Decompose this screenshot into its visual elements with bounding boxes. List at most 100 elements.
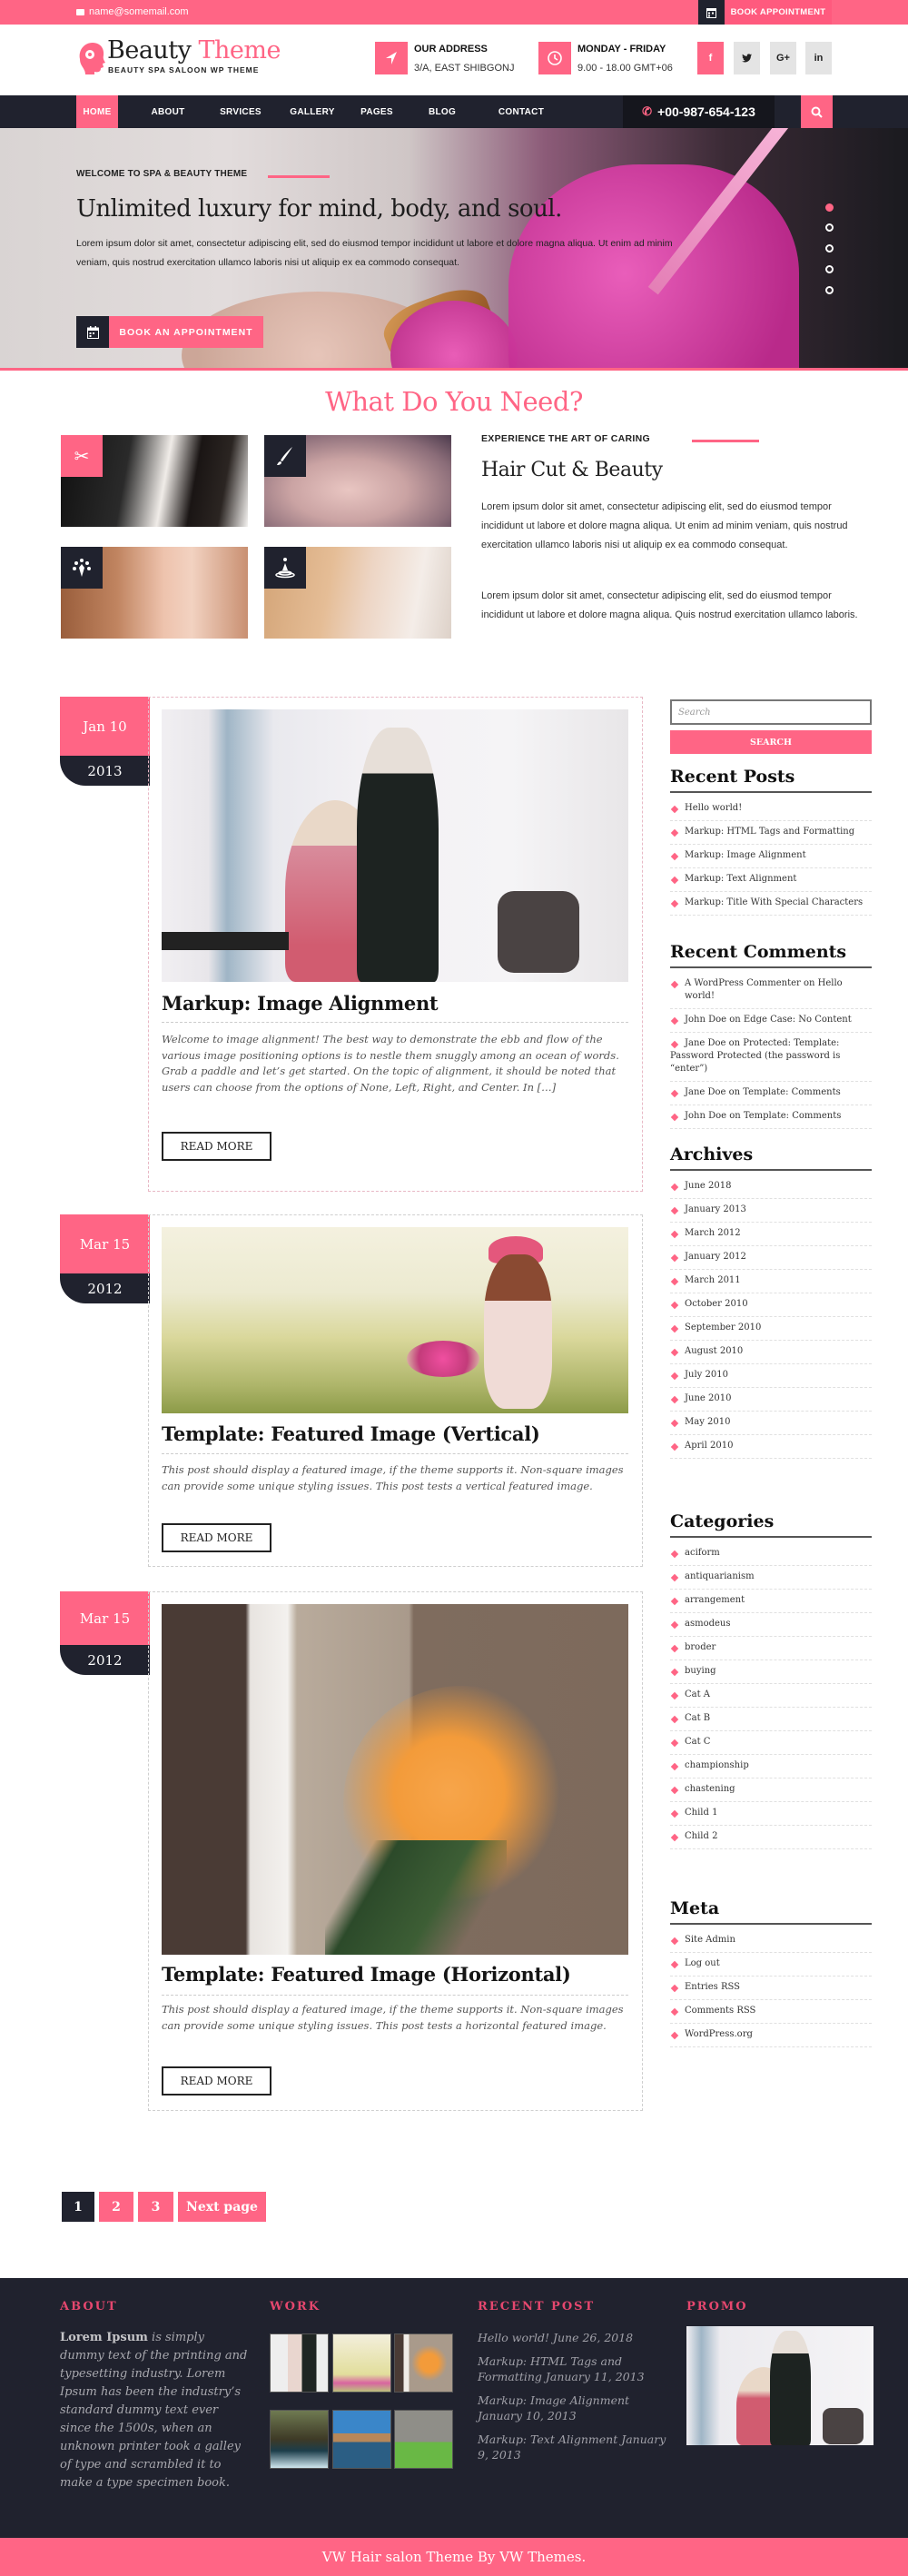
service-tile-massage[interactable]	[264, 547, 451, 639]
recent-post-link[interactable]: Markup: HTML Tags and Formatting	[670, 821, 872, 845]
page-2-link[interactable]: 2	[99, 2192, 133, 2222]
meta-link[interactable]: Entries RSS	[670, 1977, 872, 2000]
category-link[interactable]: aciform	[670, 1542, 872, 1566]
archive-link[interactable]: January 2013	[670, 1199, 872, 1223]
slider-dot-4[interactable]	[825, 265, 834, 273]
meta-link[interactable]: Comments RSS	[670, 2000, 872, 2024]
page-3-link[interactable]: 3	[138, 2192, 173, 2222]
phone-number[interactable]: ✆ +00-987-654-123	[623, 95, 775, 128]
archive-link[interactable]: May 2010	[670, 1412, 872, 1435]
footer-recent-post-link[interactable]: Hello world! June 26, 2018	[478, 2330, 673, 2345]
category-link[interactable]: Cat A	[670, 1684, 872, 1708]
post-date: Jan 10	[60, 697, 150, 756]
category-link[interactable]: Child 2	[670, 1826, 872, 1849]
post-featured-image[interactable]	[162, 709, 628, 982]
archive-link[interactable]: August 2010	[670, 1341, 872, 1364]
slider-dot-3[interactable]	[825, 244, 834, 253]
post-featured-image[interactable]	[162, 1227, 628, 1413]
book-appointment-button[interactable]: BOOK APPOINTMENT	[725, 0, 832, 25]
page-1-current[interactable]: 1	[62, 2192, 94, 2222]
read-more-button[interactable]: READ MORE	[162, 1132, 271, 1161]
recent-post-link[interactable]: Markup: Image Alignment	[670, 845, 872, 868]
nav-contact[interactable]: CONTACT	[494, 95, 548, 128]
meta-link[interactable]: WordPress.org	[670, 2024, 872, 2047]
nav-about[interactable]: ABOUT	[145, 95, 191, 128]
email-text: name@somemail.com	[89, 6, 189, 17]
archive-link[interactable]: April 2010	[670, 1435, 872, 1459]
post-featured-image[interactable]	[162, 1604, 628, 1955]
recent-comment-link[interactable]: Jane Doe on Protected: Template: Passwor…	[670, 1033, 872, 1082]
category-link[interactable]: Cat B	[670, 1708, 872, 1731]
archive-link[interactable]: January 2012	[670, 1246, 872, 1270]
sidebar-search-button[interactable]: SEARCH	[670, 730, 872, 754]
service-tile-makeup[interactable]	[264, 435, 451, 527]
work-thumb[interactable]	[332, 2410, 391, 2469]
archive-link[interactable]: March 2011	[670, 1270, 872, 1293]
archive-link[interactable]: March 2012	[670, 1223, 872, 1246]
post-date: Mar 15	[60, 1591, 150, 1645]
nav-home[interactable]: HOME	[76, 95, 118, 128]
category-link[interactable]: Cat C	[670, 1731, 872, 1755]
category-link[interactable]: arrangement	[670, 1590, 872, 1613]
recent-post-link[interactable]: Markup: Title With Special Characters	[670, 892, 872, 916]
work-thumb[interactable]	[394, 2333, 453, 2393]
work-thumb[interactable]	[332, 2333, 391, 2393]
post-date-badge: Mar 15 2012	[60, 1214, 150, 1303]
tree-person-icon	[61, 547, 103, 589]
recent-comment-link[interactable]: John Doe on Edge Case: No Content	[670, 1009, 872, 1033]
twitter-icon[interactable]	[734, 42, 760, 74]
archive-link[interactable]: June 2010	[670, 1388, 872, 1412]
widget-title-archives: Archives	[670, 1144, 872, 1171]
sidebar-search-input[interactable]: Search	[670, 699, 872, 725]
category-link[interactable]: championship	[670, 1755, 872, 1778]
footer-recent-post-link[interactable]: Markup: Image Alignment January 10, 2013	[478, 2393, 673, 2423]
footer-recent-post-link[interactable]: Markup: HTML Tags and Formatting January…	[478, 2353, 673, 2384]
footer-promo-image[interactable]	[686, 2326, 873, 2445]
recent-comment-link[interactable]: John Doe on Template: Comments	[670, 1105, 872, 1129]
category-link[interactable]: broder	[670, 1637, 872, 1660]
google-plus-icon[interactable]: G+	[770, 42, 796, 74]
archive-link[interactable]: September 2010	[670, 1317, 872, 1341]
nav-blog[interactable]: BLOG	[424, 95, 460, 128]
category-link[interactable]: asmodeus	[670, 1613, 872, 1637]
recent-comment-link[interactable]: Jane Doe on Template: Comments	[670, 1082, 872, 1105]
book-an-appointment-button[interactable]: BOOK AN APPOINTMENT	[76, 316, 263, 348]
archive-link[interactable]: October 2010	[670, 1293, 872, 1317]
category-link[interactable]: chastening	[670, 1778, 872, 1802]
category-link[interactable]: buying	[670, 1660, 872, 1684]
work-thumb[interactable]	[270, 2410, 329, 2469]
nav-search-button[interactable]	[801, 95, 833, 128]
category-link[interactable]: Child 1	[670, 1802, 872, 1826]
meta-link[interactable]: Site Admin	[670, 1929, 872, 1953]
category-link[interactable]: antiquarianism	[670, 1566, 872, 1590]
work-thumb[interactable]	[394, 2410, 453, 2469]
service-tile-haircut[interactable]: ✂	[61, 435, 248, 527]
recent-post-link[interactable]: Markup: Text Alignment	[670, 868, 872, 892]
services-paragraph-1: Lorem ipsum dolor sit amet, consectetur …	[481, 501, 848, 550]
next-page-link[interactable]: Next page	[178, 2192, 266, 2222]
nav-gallery[interactable]: GALLERY	[287, 95, 338, 128]
post-title[interactable]: Template: Featured Image (Vertical)	[162, 1422, 540, 1445]
linkedin-icon[interactable]: in	[805, 42, 832, 74]
slider-dot-5[interactable]	[825, 286, 834, 294]
post-title[interactable]: Template: Featured Image (Horizontal)	[162, 1963, 571, 1986]
slider-dot-2[interactable]	[825, 223, 834, 232]
post-title[interactable]: Markup: Image Alignment	[162, 992, 439, 1015]
footer-recent-post-link[interactable]: Markup: Text Alignment January 9, 2013	[478, 2432, 673, 2462]
read-more-button[interactable]: READ MORE	[162, 2066, 271, 2095]
archive-link[interactable]: June 2018	[670, 1175, 872, 1199]
work-thumb[interactable]	[270, 2333, 329, 2393]
hero-text: Lorem ipsum dolor sit amet, consectetur …	[76, 238, 673, 268]
read-more-button[interactable]: READ MORE	[162, 1523, 271, 1552]
nav-services[interactable]: SRVICES	[216, 95, 265, 128]
archive-link[interactable]: July 2010	[670, 1364, 872, 1388]
slider-dot-1[interactable]	[825, 203, 834, 212]
recent-post-link[interactable]: Hello world!	[670, 798, 872, 821]
email-link[interactable]: name@somemail.com	[76, 6, 189, 17]
nav-pages[interactable]: PAGES	[356, 95, 398, 128]
service-tile-nails[interactable]	[61, 547, 248, 639]
meta-link[interactable]: Log out	[670, 1953, 872, 1977]
recent-comment-link[interactable]: A WordPress Commenter on Hello world!	[670, 973, 872, 1009]
site-title[interactable]: Beauty Theme	[107, 36, 281, 64]
facebook-icon[interactable]: f	[697, 42, 724, 74]
